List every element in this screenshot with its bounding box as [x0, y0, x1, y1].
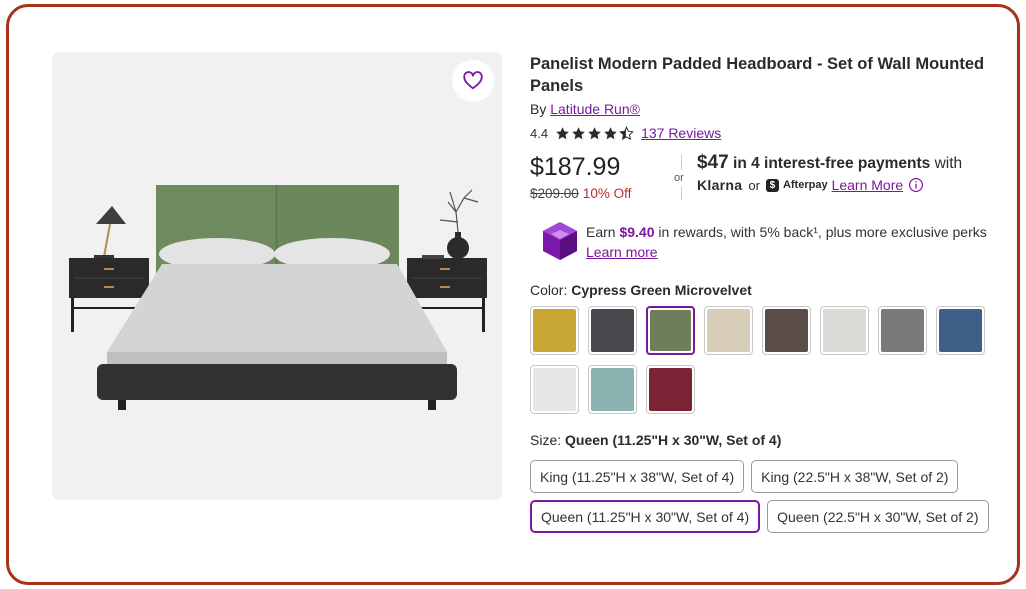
swatch-cypress-green[interactable]: [646, 306, 695, 355]
favorite-button[interactable]: [452, 60, 494, 102]
swatch-fill: [881, 309, 924, 352]
swatch-mustard[interactable]: [530, 306, 579, 355]
rewards-text: Earn $9.40 in rewards, with 5% back¹, pl…: [586, 222, 987, 262]
rewards-banner: Earn $9.40 in rewards, with 5% back¹, pl…: [530, 220, 1000, 266]
or-text: or: [674, 170, 684, 186]
price-discount: $209.00 10% Off: [530, 186, 631, 201]
swatch-aqua[interactable]: [588, 365, 637, 414]
swatch-navy[interactable]: [936, 306, 985, 355]
swatch-light-gray[interactable]: [820, 306, 869, 355]
swatch-partial[interactable]: [530, 365, 579, 414]
size-options: King (11.25"H x 38"W, Set of 4) King (22.…: [530, 460, 1000, 533]
product-title-line-1: Panelist Modern Padded Headboard - Set o…: [530, 55, 985, 73]
swatch-fill: [939, 309, 982, 352]
size-option-button[interactable]: Queen (22.5"H x 30"W, Set of 2): [767, 500, 989, 533]
brand-link[interactable]: Latitude Run®: [550, 101, 640, 117]
star-partial-icon: [619, 125, 634, 140]
info-icon[interactable]: [908, 177, 924, 193]
reviews-link[interactable]: 137 Reviews: [641, 125, 721, 141]
size-option-button[interactable]: King (11.25"H x 38"W, Set of 4): [530, 460, 745, 493]
afterpay-icon: $: [765, 178, 779, 192]
color-label-prefix: Color:: [530, 282, 572, 298]
brand-byline: By Latitude Run®: [530, 100, 1000, 118]
original-price: $209.00: [530, 186, 579, 201]
discount-percent: 10% Off: [582, 186, 632, 201]
swatch-fill: [649, 368, 692, 411]
swatch-fill: [707, 309, 750, 352]
swatch-beige[interactable]: [704, 306, 753, 355]
star-full-icon: [572, 126, 585, 139]
swatch-fill: [533, 309, 576, 352]
rewards-earn: Earn: [586, 224, 620, 240]
swatch-burgundy[interactable]: [646, 365, 695, 414]
or-text-2: or: [748, 177, 760, 193]
klarna-logo: Klarna: [697, 177, 743, 193]
size-label-prefix: Size:: [530, 432, 566, 448]
product-info: Panelist Modern Padded Headboard - Set o…: [530, 53, 1000, 533]
product-title: Panelist Modern Padded Headboard - Set o…: [530, 53, 1000, 97]
rewards-gem-icon: [543, 222, 577, 260]
product-gallery[interactable]: [52, 52, 502, 500]
star-rating: [555, 125, 634, 141]
by-prefix: By: [530, 101, 551, 117]
star-full-icon: [588, 126, 601, 139]
swatch-fill: [533, 368, 576, 411]
rewards-learn-more-link[interactable]: Learn more: [586, 244, 658, 260]
installment-line: $47 in 4 interest-free payments with: [697, 152, 1002, 175]
rewards-description: in rewards, with 5% back¹, plus more exc…: [654, 224, 987, 240]
swatch-charcoal[interactable]: [588, 306, 637, 355]
installment-amount: $47: [697, 152, 729, 173]
selected-size: Queen (11.25"H x 30"W, Set of 4): [565, 432, 782, 448]
afterpay-logo: Afterpay: [782, 179, 828, 191]
size-label: Size: Queen (11.25"H x 30"W, Set of 4): [530, 432, 1000, 450]
swatch-brown[interactable]: [762, 306, 811, 355]
price-section: $187.99 $209.00 10% Off or $47 in 4 inter…: [530, 152, 1000, 208]
color-swatches: [530, 306, 1000, 414]
swatch-fill: [823, 309, 866, 352]
learn-more-payments-link[interactable]: Learn More: [832, 177, 904, 193]
size-option-button[interactable]: King (22.5"H x 38"W, Set of 2): [751, 460, 959, 493]
product-image: [52, 52, 502, 500]
installments: $47 in 4 interest-free payments with Kla…: [697, 152, 1002, 193]
selected-color: Cypress Green Microvelvet: [571, 282, 752, 298]
swatch-fill: [650, 310, 691, 351]
installment-text: in 4 interest-free payments: [728, 155, 931, 172]
payment-providers: Klarna or $ Afterpay Learn More: [697, 177, 1002, 193]
swatch-gray[interactable]: [878, 306, 927, 355]
rating-row: 4.4 137 Reviews: [530, 124, 1000, 142]
sale-price: $187.99: [530, 153, 621, 181]
size-option-button[interactable]: Queen (11.25"H x 30"W, Set of 4): [530, 500, 761, 533]
rating-value: 4.4: [530, 125, 549, 141]
price-divider: or: [674, 154, 688, 200]
heart-icon: [463, 71, 483, 90]
color-label: Color: Cypress Green Microvelvet: [530, 282, 1000, 300]
star-full-icon: [604, 126, 617, 139]
swatch-fill: [591, 368, 634, 411]
page-frame: Panelist Modern Padded Headboard - Set o…: [6, 4, 1020, 585]
swatch-fill: [765, 309, 808, 352]
product-title-line-2: Panels: [530, 77, 584, 95]
rewards-amount: $9.40: [619, 224, 655, 240]
swatch-fill: [591, 309, 634, 352]
installment-with: with: [930, 155, 963, 172]
star-full-icon: [556, 126, 569, 139]
